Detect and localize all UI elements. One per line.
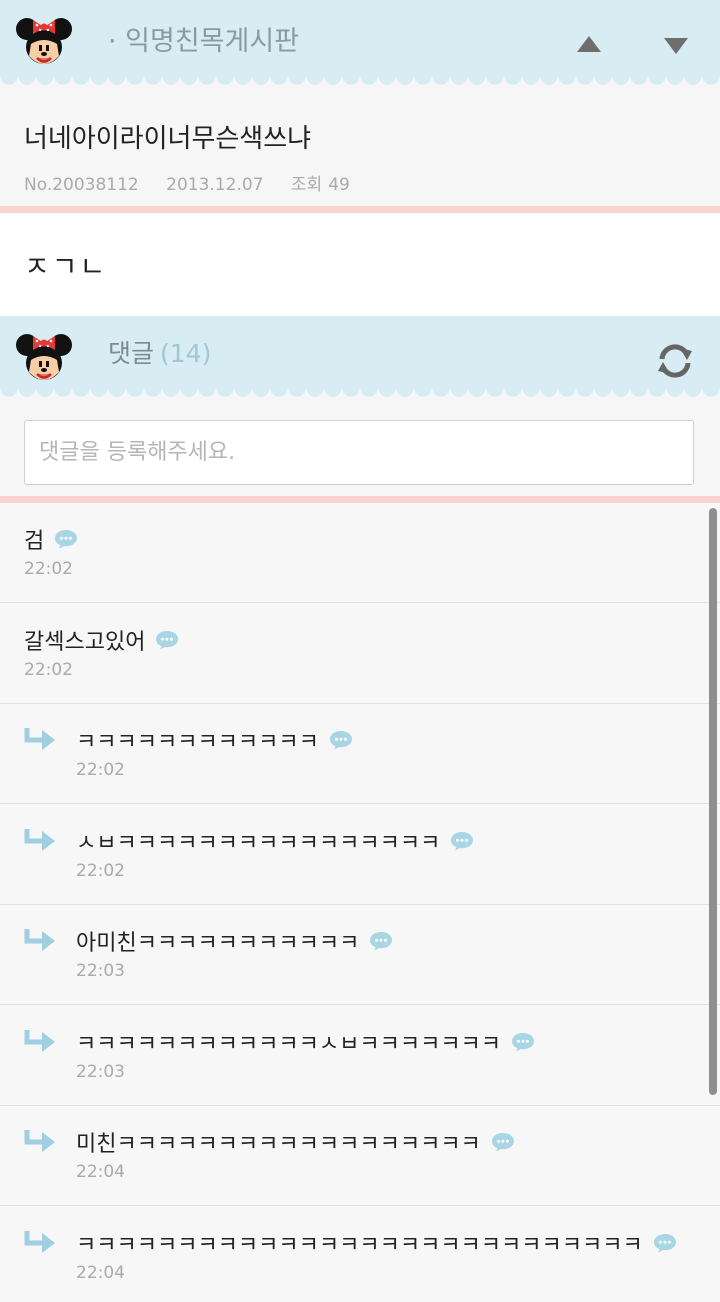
divider-line xyxy=(0,496,720,503)
reply-arrow-icon xyxy=(24,1229,56,1255)
comments-label: 댓글 xyxy=(108,339,155,368)
comment-row[interactable]: 갈섹스고있어 22:02 xyxy=(0,604,720,704)
comment-time: 22:03 xyxy=(76,1061,125,1082)
comments-title: 댓글 (14) xyxy=(108,334,211,370)
speech-bubble-icon[interactable] xyxy=(54,529,78,549)
comment-input[interactable] xyxy=(24,420,694,485)
reply-row[interactable]: ㅋㅋㅋㅋㅋㅋㅋㅋㅋㅋㅋㅋ 22:02 xyxy=(0,704,720,804)
comment-text: 미친ㅋㅋㅋㅋㅋㅋㅋㅋㅋㅋㅋㅋㅋㅋㅋㅋㅋㅋ xyxy=(76,1132,481,1157)
comment-time: 22:04 xyxy=(76,1262,125,1283)
comment-text: ㅋㅋㅋㅋㅋㅋㅋㅋㅋㅋㅋㅋㅅㅂㅋㅋㅋㅋㅋㅋㅋ xyxy=(76,1031,502,1057)
post-date: 2013.12.07 xyxy=(166,175,264,195)
comment-list: 검 22:02 갈섹스고있어 22:02 ㅋㅋㅋㅋㅋㅋㅋㅋㅋㅋㅋㅋ 22:02 ㅅㅂㅋㅋㅋㅋ… xyxy=(0,503,720,1302)
comment-text: 갈섹스고있어 xyxy=(24,629,146,655)
speech-bubble-icon[interactable] xyxy=(450,831,474,851)
post-number: No.20038112 xyxy=(24,175,139,195)
views-label: 조회 xyxy=(290,175,323,195)
comment-text: ㅋㅋㅋㅋㅋㅋㅋㅋㅋㅋㅋㅋ xyxy=(76,730,319,755)
refresh-icon[interactable] xyxy=(654,340,696,382)
post-meta: No.20038112 2013.12.07 조회 49 xyxy=(24,170,350,195)
comment-time: 22:02 xyxy=(76,860,125,881)
comment-time: 22:02 xyxy=(76,760,125,780)
minnie-mouse-icon xyxy=(16,18,72,64)
divider-line xyxy=(0,206,720,213)
comment-text: ㅅㅂㅋㅋㅋㅋㅋㅋㅋㅋㅋㅋㅋㅋㅋㅋㅋㅋ xyxy=(76,830,441,856)
board-title: · 익명친목게시판 xyxy=(108,26,300,57)
reply-row[interactable]: ㅅㅂㅋㅋㅋㅋㅋㅋㅋㅋㅋㅋㅋㅋㅋㅋㅋㅋ 22:02 xyxy=(0,805,720,905)
speech-bubble-icon[interactable] xyxy=(329,730,353,750)
views-count: 49 xyxy=(328,175,350,195)
comment-text: ㅋㅋㅋㅋㅋㅋㅋㅋㅋㅋㅋㅋㅋㅋㅋㅋㅋㅋㅋㅋㅋㅋㅋㅋㅋㅋㅋㅋ xyxy=(76,1232,643,1258)
comment-time: 22:04 xyxy=(76,1162,125,1182)
minnie-mouse-icon xyxy=(16,334,72,380)
scrollbar[interactable] xyxy=(709,508,717,1095)
reply-arrow-icon xyxy=(24,827,56,853)
post-body: ㅈㄱㄴ xyxy=(24,250,108,283)
post-views: 조회 49 xyxy=(291,175,350,195)
comment-time: 22:02 xyxy=(24,559,73,579)
comments-count: (14) xyxy=(160,339,212,368)
reply-row[interactable]: 미친ㅋㅋㅋㅋㅋㅋㅋㅋㅋㅋㅋㅋㅋㅋㅋㅋㅋㅋ 22:04 xyxy=(0,1106,720,1206)
comment-input-area xyxy=(0,400,720,496)
comment-time: 22:02 xyxy=(24,659,73,680)
header-scallop-edge xyxy=(0,76,720,90)
triangle-down-icon[interactable] xyxy=(656,28,696,62)
comment-text: 검 xyxy=(24,529,45,554)
comment-time: 22:03 xyxy=(76,961,125,981)
speech-bubble-icon[interactable] xyxy=(511,1032,535,1052)
speech-bubble-icon[interactable] xyxy=(369,931,393,951)
reply-arrow-icon xyxy=(24,726,56,752)
reply-row[interactable]: ㅋㅋㅋㅋㅋㅋㅋㅋㅋㅋㅋㅋㅅㅂㅋㅋㅋㅋㅋㅋㅋ 22:03 xyxy=(0,1006,720,1106)
reply-row[interactable]: ㅋㅋㅋㅋㅋㅋㅋㅋㅋㅋㅋㅋㅋㅋㅋㅋㅋㅋㅋㅋㅋㅋㅋㅋㅋㅋㅋㅋ 22:04 xyxy=(0,1207,720,1302)
post-title: 너네아이라이너무슨색쓰냐 xyxy=(24,124,312,154)
post-body-area: ㅈㄱㄴ xyxy=(0,213,720,316)
reply-row[interactable]: 아미친ㅋㅋㅋㅋㅋㅋㅋㅋㅋㅋㅋ 22:03 xyxy=(0,905,720,1005)
comment-row[interactable]: 검 22:02 xyxy=(0,503,720,603)
speech-bubble-icon[interactable] xyxy=(653,1233,677,1253)
speech-bubble-icon[interactable] xyxy=(155,630,179,650)
reply-arrow-icon xyxy=(24,1028,56,1054)
comment-text: 아미친ㅋㅋㅋㅋㅋㅋㅋㅋㅋㅋㅋ xyxy=(76,931,360,956)
triangle-up-icon[interactable] xyxy=(569,28,609,62)
reply-arrow-icon xyxy=(24,1128,56,1154)
speech-bubble-icon[interactable] xyxy=(491,1132,515,1152)
reply-arrow-icon xyxy=(24,927,56,953)
